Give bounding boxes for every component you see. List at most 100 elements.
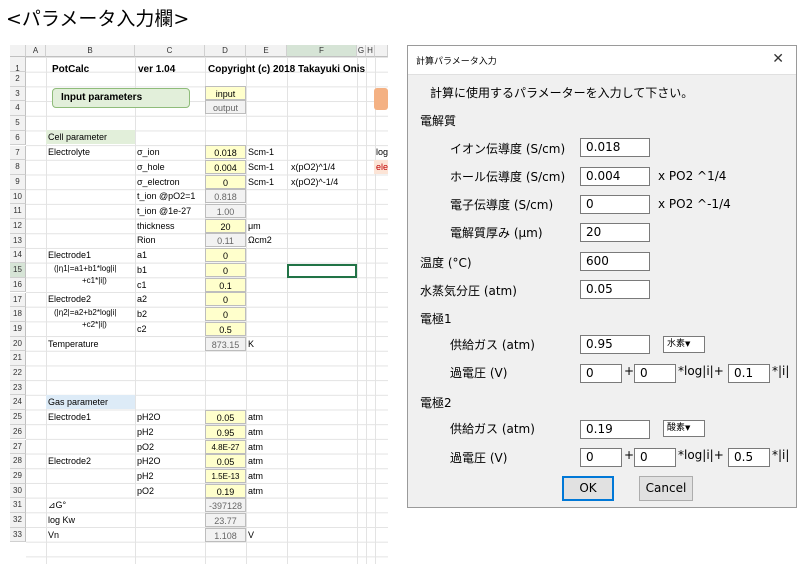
ph2o-2-label: pH2O (137, 456, 161, 466)
electrode1-section-label: 電極1 (420, 312, 452, 326)
row-header[interactable]: 32 (10, 513, 26, 528)
e2-gas-type-select[interactable]: 酸素▼ (663, 420, 705, 437)
po2-1-cell[interactable]: 4.8E-27 (205, 439, 246, 454)
row-header[interactable]: 25 (10, 410, 26, 425)
column-header-a[interactable]: A (26, 45, 46, 57)
a1-cell[interactable]: 0 (205, 248, 246, 262)
row-header[interactable]: 3 (10, 86, 26, 102)
row-header[interactable]: 2 (10, 72, 26, 87)
b1-cell[interactable]: 0 (205, 262, 246, 277)
row-header[interactable]: 15 (10, 263, 26, 278)
sigma-ion-cell[interactable]: 0.018 (205, 145, 246, 159)
row-header[interactable]: 4 (10, 101, 26, 117)
row-header[interactable]: 11 (10, 204, 26, 219)
column-header-overflow[interactable] (375, 45, 388, 57)
column-header-c[interactable]: C (135, 45, 205, 57)
rion-unit: Ωcm2 (248, 235, 272, 246)
b2-label: b2 (137, 309, 148, 319)
e1-gas-type-select[interactable]: 水素▼ (663, 336, 705, 353)
row-header[interactable]: 33 (10, 527, 26, 543)
row-header[interactable]: 29 (10, 468, 26, 484)
row-header[interactable]: 27 (10, 439, 26, 455)
row-header[interactable]: 22 (10, 366, 26, 381)
column-header-g[interactable]: G (357, 45, 366, 57)
row-header[interactable]: 16 (10, 277, 26, 293)
c1-cell[interactable]: 0.1 (205, 277, 246, 292)
row-header[interactable]: 31 (10, 498, 26, 513)
sigma-hole-dependence: x(pO2)^1/4 (291, 162, 336, 172)
e1-overpotential-label: 過電圧 (V) (450, 366, 508, 380)
ph2o-1-label: pH2O (137, 412, 161, 422)
row-header[interactable]: 1 (10, 57, 26, 73)
row-header[interactable]: 12 (10, 219, 26, 234)
c2-cell[interactable]: 0.5 (205, 321, 246, 336)
row-header[interactable]: 24 (10, 395, 26, 411)
row-header[interactable]: 9 (10, 174, 26, 190)
e1-a-input[interactable]: 0 (580, 364, 622, 383)
dialog-titlebar[interactable]: 計算パラメータ入力 ✕ (408, 46, 796, 75)
sigma-hole-cell[interactable]: 0.004 (205, 160, 246, 174)
hidden-shape[interactable] (374, 88, 388, 110)
row-header[interactable]: 10 (10, 189, 26, 205)
e2-gas-label: 供給ガス (atm) (450, 422, 535, 436)
column-header-d[interactable]: D (205, 45, 246, 57)
row-header[interactable]: 23 (10, 380, 26, 396)
sigma-electron-cell[interactable]: 0 (205, 174, 246, 189)
i-term: *|i| (772, 364, 790, 378)
b2-cell[interactable]: 0 (205, 307, 246, 321)
row-header[interactable]: 17 (10, 292, 26, 308)
thickness-cell[interactable]: 20 (205, 218, 246, 233)
steam-pressure-label: 水蒸気分圧 (atm) (420, 284, 517, 298)
ok-button[interactable]: OK (562, 476, 614, 501)
po2-2-cell[interactable]: 0.19 (205, 483, 246, 498)
col-h-log: log (376, 147, 388, 157)
row-header[interactable]: 30 (10, 483, 26, 499)
e1-c-input[interactable]: 0.1 (728, 364, 770, 383)
e1-gas-input[interactable]: 0.95 (580, 335, 650, 354)
electron-conductivity-label: 電子伝導度 (S/cm) (450, 198, 554, 212)
ph2-1-cell[interactable]: 0.95 (205, 424, 246, 439)
ph2o-2-cell[interactable]: 0.05 (205, 454, 246, 468)
row-header[interactable]: 8 (10, 160, 26, 175)
e2-b-input[interactable]: 0 (634, 448, 676, 467)
a1-label: a1 (137, 250, 148, 260)
temperature-input[interactable]: 600 (580, 252, 650, 271)
row-header[interactable]: 20 (10, 336, 26, 352)
ph2-2-cell[interactable]: 1.5E-13 (205, 468, 246, 483)
e2-a-input[interactable]: 0 (580, 448, 622, 467)
column-header-h[interactable]: H (366, 45, 375, 57)
delta-g-label: ⊿G° (48, 500, 67, 511)
steam-pressure-input[interactable]: 0.05 (580, 280, 650, 299)
electrode1-formula-line2: +c1*|i|) (82, 276, 107, 285)
row-header[interactable]: 19 (10, 321, 26, 337)
row-header[interactable]: 6 (10, 130, 26, 146)
row-header[interactable]: 5 (10, 116, 26, 131)
hole-conductivity-input[interactable]: 0.004 (580, 167, 650, 186)
select-all-corner[interactable] (10, 45, 26, 57)
row-header[interactable]: 7 (10, 145, 26, 161)
e2-c-input[interactable]: 0.5 (728, 448, 770, 467)
row-header[interactable]: 28 (10, 454, 26, 469)
row-header[interactable]: 21 (10, 351, 26, 366)
selected-cell-f15[interactable] (287, 263, 357, 278)
plus-sign: + (624, 364, 635, 378)
column-header-b[interactable]: B (46, 45, 135, 57)
input-parameters-button[interactable]: Input parameters (52, 88, 190, 108)
ion-conductivity-input[interactable]: 0.018 (580, 138, 650, 157)
log-kw-cell: 23.77 (205, 513, 246, 527)
sigma-electron-unit: Scm-1 (248, 176, 275, 187)
thickness-input[interactable]: 20 (580, 223, 650, 242)
a2-cell[interactable]: 0 (205, 292, 246, 306)
row-header[interactable]: 26 (10, 424, 26, 440)
row-header[interactable]: 13 (10, 233, 26, 249)
row-header[interactable]: 14 (10, 248, 26, 264)
row-header[interactable]: 18 (10, 307, 26, 322)
close-icon[interactable]: ✕ (772, 51, 784, 67)
column-header-e[interactable]: E (246, 45, 287, 57)
cancel-button[interactable]: Cancel (639, 476, 693, 501)
ph2o-1-cell[interactable]: 0.05 (205, 410, 246, 424)
e1-b-input[interactable]: 0 (634, 364, 676, 383)
e2-gas-input[interactable]: 0.19 (580, 420, 650, 439)
electron-conductivity-input[interactable]: 0 (580, 195, 650, 214)
column-header-f[interactable]: F (287, 45, 357, 57)
